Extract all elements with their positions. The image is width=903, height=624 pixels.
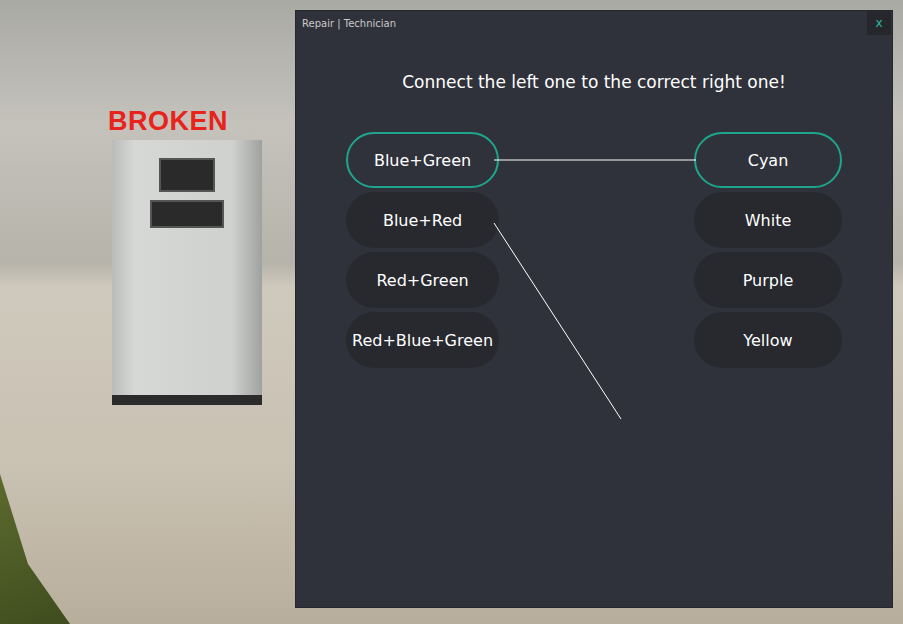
left-choice[interactable]: Red+Green xyxy=(346,252,499,308)
right-choice[interactable]: Cyan xyxy=(694,132,842,188)
left-choice[interactable]: Blue+Red xyxy=(346,192,499,248)
game-scene: BROKEN Repair | Technician x Connect the le… xyxy=(0,0,903,624)
connection-wire xyxy=(494,160,696,161)
instructions: Connect the left one to the correct righ… xyxy=(296,71,892,93)
cabinet-panel xyxy=(150,200,224,228)
matching-area: Blue+GreenBlue+RedRed+GreenRed+Blue+Gree… xyxy=(296,132,892,368)
close-button[interactable]: x xyxy=(867,11,891,35)
cabinet-panel xyxy=(159,158,215,192)
left-choice[interactable]: Red+Blue+Green xyxy=(346,312,499,368)
title-bar: Repair | Technician x xyxy=(296,11,892,35)
right-choice[interactable]: Purple xyxy=(694,252,842,308)
right-column: CyanWhitePurpleYellow xyxy=(694,132,842,368)
left-choice[interactable]: Blue+Green xyxy=(346,132,499,188)
window-title: Repair | Technician xyxy=(302,18,396,29)
electrical-cabinet xyxy=(112,140,262,405)
right-choice[interactable]: Yellow xyxy=(694,312,842,368)
grass xyxy=(0,474,70,624)
status-label: BROKEN xyxy=(108,106,228,137)
repair-dialog: Repair | Technician x Connect the left one… xyxy=(295,10,893,608)
left-column: Blue+GreenBlue+RedRed+GreenRed+Blue+Gree… xyxy=(346,132,499,368)
wires xyxy=(296,11,894,609)
right-choice[interactable]: White xyxy=(694,192,842,248)
dragging-wire[interactable] xyxy=(494,223,621,419)
